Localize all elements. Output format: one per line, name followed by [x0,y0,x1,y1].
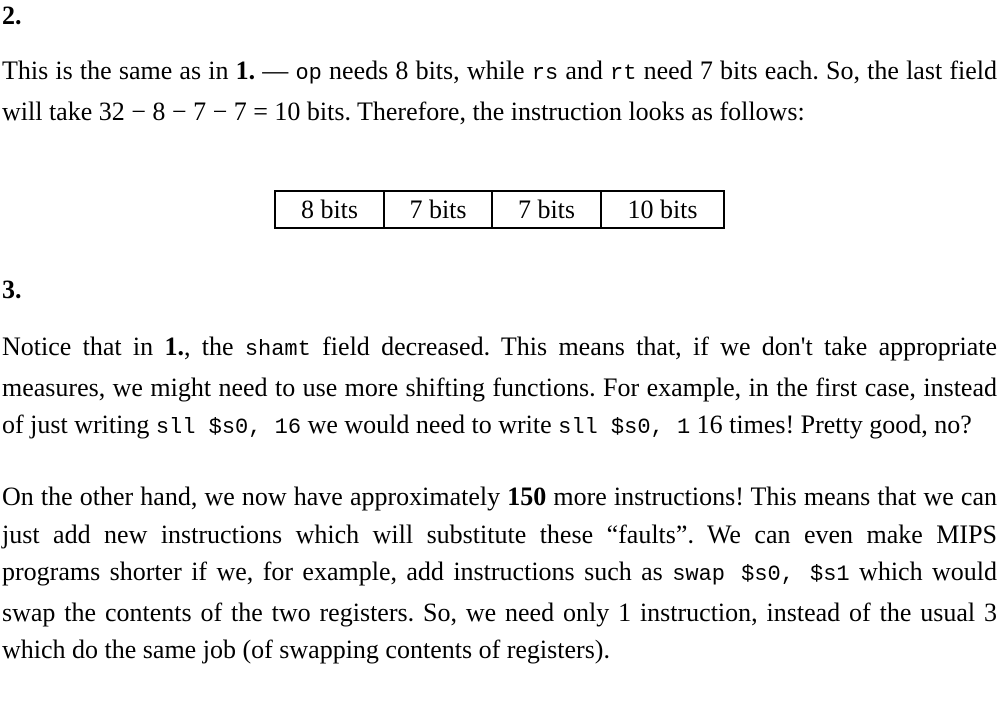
text: we would need to write [301,410,559,439]
text: This is the same as in [2,56,236,85]
field-cell: 7 bits [383,190,493,229]
instruction-format-table: 8 bits 7 bits 7 bits 10 bits [274,190,725,229]
section-3-paragraph-1: Notice that in 1., the shamt field decre… [2,328,997,447]
section-2-paragraph: This is the same as in 1. — op needs 8 b… [2,52,997,130]
section-ref: 1. [235,56,256,85]
text: needs 8 bits, while [321,56,532,85]
section-3-heading: 3. [2,275,22,304]
code-shamt: shamt [244,337,311,362]
code-op: op [295,61,322,86]
instruction-count: 150 [507,482,547,511]
code-rs: rs [531,61,559,86]
text: On the other hand, we now have approxima… [2,482,508,511]
instruction-format-row: 8 bits 7 bits 7 bits 10 bits [274,190,725,229]
code-swap: swap $s0, $s1 [672,562,850,587]
field-cell: 7 bits [491,190,602,229]
text: , the [183,332,245,361]
text: 16 times! Pretty good, no? [690,410,972,439]
field-cell: 10 bits [600,190,725,229]
text: Notice that in [2,332,165,361]
code-sll-1: sll $s0, 1 [558,415,691,440]
section-3-paragraph-2: On the other hand, we now have approxima… [2,478,997,669]
code-sll-16: sll $s0, 16 [155,415,302,440]
text: — [255,56,296,85]
field-cell: 8 bits [274,190,385,229]
section-ref: 1. [164,332,184,361]
code-rt: rt [610,61,637,86]
section-2-heading: 2. [2,1,22,30]
text: and [558,56,611,85]
